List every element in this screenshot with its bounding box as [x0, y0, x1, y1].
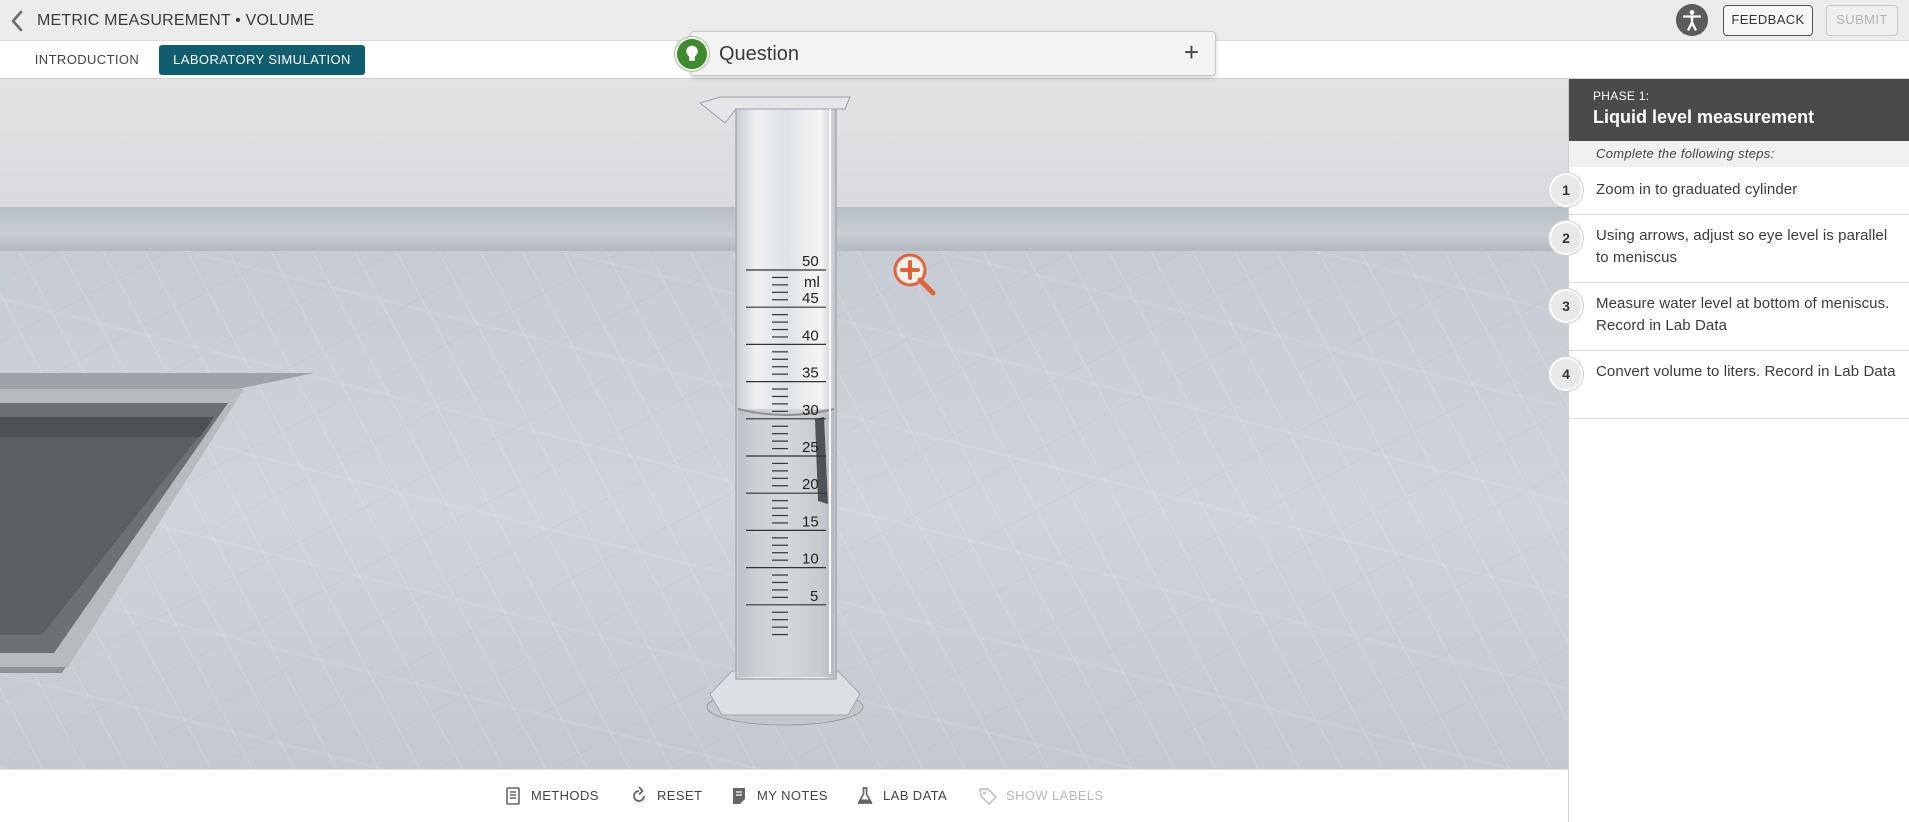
lightbulb-icon: [675, 37, 709, 71]
chevron-left-icon[interactable]: [6, 8, 28, 34]
question-label: Question: [719, 43, 800, 65]
step-number: 4: [1549, 357, 1583, 391]
show-labels-label: SHOW LABELS: [1006, 788, 1104, 803]
scale-label: 35: [802, 365, 819, 382]
reset-label: RESET: [657, 788, 703, 803]
sink: [0, 373, 314, 673]
phase-title: Liquid level measurement: [1593, 107, 1815, 127]
step-text: Using arrows, adjust so eye level is par…: [1596, 227, 1888, 266]
tab-introduction[interactable]: INTRODUCTION: [20, 45, 154, 75]
submit-button[interactable]: SUBMIT: [1826, 5, 1898, 36]
tab-laboratory-simulation[interactable]: LABORATORY SIMULATION: [159, 45, 365, 75]
feedback-button[interactable]: FEEDBACK: [1723, 5, 1813, 36]
scale-label: 30: [802, 402, 819, 419]
step-item: 3 Measure water level at bottom of menis…: [1549, 283, 1909, 351]
methods-icon: [506, 787, 520, 805]
scale-label: 5: [810, 588, 818, 605]
my-notes-label: MY NOTES: [757, 788, 828, 803]
step-number: 3: [1549, 289, 1583, 323]
notes-icon: [733, 788, 745, 804]
phase-label: PHASE 1:: [1593, 89, 1650, 103]
step-text: Convert volume to liters. Record in Lab …: [1596, 363, 1896, 380]
zoom-in-icon[interactable]: [893, 253, 941, 301]
question-box[interactable]: Question +: [675, 31, 1216, 76]
graduated-cylinder[interactable]: 50 45 40 35 30 25 20 15 10 5 ml: [680, 79, 880, 739]
lab-scene: 50 45 40 35 30 25 20 15 10 5 ml: [0, 79, 1568, 769]
step-text: Zoom in to graduated cylinder: [1596, 181, 1798, 198]
step-item: 1 Zoom in to graduated cylinder: [1549, 167, 1909, 215]
step-text: Measure water level at bottom of meniscu…: [1596, 295, 1890, 334]
accessibility-icon[interactable]: [1676, 4, 1708, 36]
expand-question-icon[interactable]: +: [1184, 39, 1199, 65]
app-title: METRIC MEASUREMENT • VOLUME: [37, 12, 315, 29]
step-item: 2 Using arrows, adjust so eye level is p…: [1549, 215, 1909, 283]
scale-label: 25: [802, 439, 819, 456]
bottom-toolbar: METHODS RESET MY NOTES LAB DATA SHOW LAB…: [0, 769, 1568, 822]
methods-label: METHODS: [531, 788, 599, 803]
scale-label: 45: [802, 290, 819, 307]
phase-header: PHASE 1: Liquid level measurement: [1569, 79, 1909, 141]
reset-icon: [633, 786, 645, 802]
flask-icon: [857, 787, 873, 804]
unit-label: ml: [804, 274, 820, 291]
lab-data-label: LAB DATA: [883, 788, 948, 803]
step-item: 4 Convert volume to liters. Record in La…: [1549, 351, 1909, 419]
scale-label: 20: [802, 476, 819, 493]
instructions-panel: PHASE 1: Liquid level measurement Comple…: [1549, 79, 1909, 822]
scale-label: 40: [802, 327, 819, 344]
tag-icon: [979, 788, 997, 805]
scale-label: 10: [802, 551, 819, 568]
scale-label: 50: [802, 253, 819, 270]
scale-label: 15: [802, 513, 819, 530]
step-number: 2: [1549, 221, 1583, 255]
step-number: 1: [1549, 173, 1583, 207]
steps-intro: Complete the following steps:: [1569, 141, 1909, 167]
